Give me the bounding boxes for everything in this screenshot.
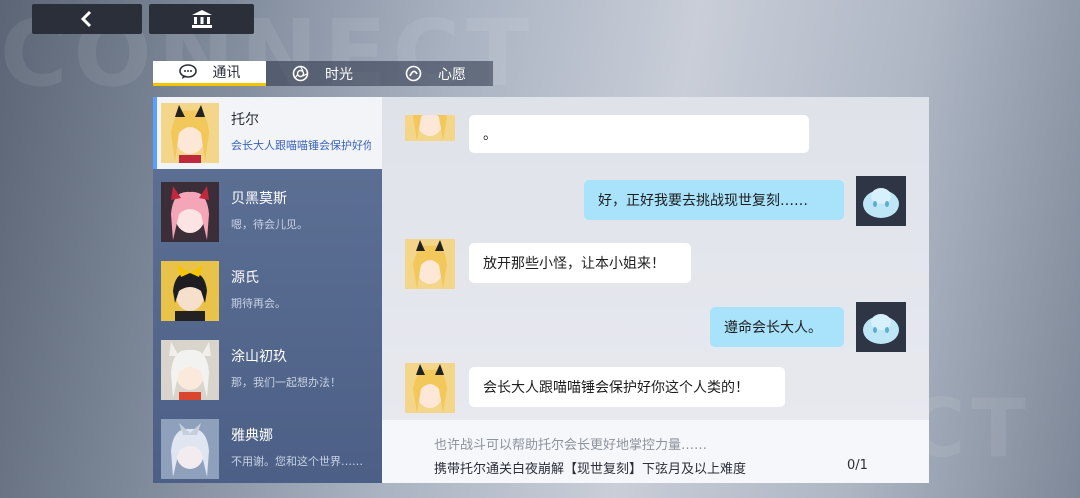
chat-panel[interactable]: 。 好，正好我要去挑战现世复刻…… 放开那些小怪，让本小姐来！ 遵命会长大人。: [382, 97, 929, 420]
back-button[interactable]: [32, 4, 142, 34]
player-avatar: [856, 176, 906, 226]
message-bubble: 好，正好我要去挑战现世复刻……: [584, 180, 844, 220]
message-text: 放开那些小怪，让本小姐来！: [483, 256, 665, 272]
avatar: [161, 340, 219, 400]
contact-preview: 不用谢。您和这个世界……: [231, 455, 363, 468]
contact-name: 贝黑莫斯: [231, 191, 287, 207]
contact-preview: 期待再会。: [231, 297, 286, 310]
tab-label: 通讯: [212, 65, 241, 81]
contact-name: 涂山初玖: [231, 349, 287, 365]
avatar: [161, 419, 219, 479]
chat-bubble-icon: [178, 64, 197, 79]
task-footer: 也许战斗可以帮助托尔会长更好地掌控力量…… 携带托尔通关白夜崩解【现世复刻】下弦…: [382, 420, 929, 483]
contact-item[interactable]: 雅典娜 不用谢。您和这个世界……: [153, 413, 382, 483]
player-avatar: [856, 302, 906, 352]
message-text: 遵命会长大人。: [724, 320, 822, 336]
contact-item[interactable]: 涂山初玖 那，我们一起想办法！: [153, 334, 382, 406]
message-bubble: 遵命会长大人。: [710, 307, 844, 347]
tab-messages[interactable]: 通讯: [153, 61, 266, 86]
avatar: [161, 261, 219, 321]
message-bubble: 。: [469, 115, 809, 153]
avatar: [405, 239, 455, 289]
task-progress: 0/1: [847, 458, 868, 473]
contact-list: 托尔 会长大人跟喵喵锤会保护好你这个人类的！ 贝黑莫斯 嗯，待会儿见。: [153, 97, 382, 483]
avatar: [161, 182, 219, 242]
contact-name: 雅典娜: [231, 428, 273, 444]
contact-item[interactable]: 贝黑莫斯 嗯，待会儿见。: [153, 176, 382, 248]
aperture-icon: [292, 65, 309, 82]
museum-icon: [191, 10, 212, 28]
contact-preview: 那，我们一起想办法！: [231, 376, 341, 389]
message-text: 好，正好我要去挑战现世复刻……: [598, 193, 808, 209]
contact-name: 托尔: [231, 112, 259, 128]
avatar: [405, 363, 455, 413]
task-text: 携带托尔通关白夜崩解【现世复刻】下弦月及以上难度: [434, 462, 747, 477]
tab-label: 心愿: [438, 66, 466, 83]
message-text: 会长大人跟喵喵锤会保护好你这个人类的！: [483, 380, 749, 396]
message-bubble: 放开那些小怪，让本小姐来！: [469, 243, 691, 283]
wish-icon: [405, 65, 422, 82]
home-button[interactable]: [149, 4, 254, 34]
hint-text: 也许战斗可以帮助托尔会长更好地掌控力量……: [434, 438, 708, 453]
avatar: [405, 115, 455, 141]
tab-bar: 通讯 时光 心愿: [153, 61, 493, 86]
tab-time[interactable]: 时光: [266, 61, 379, 86]
message-bubble: 会长大人跟喵喵锤会保护好你这个人类的！: [469, 367, 785, 407]
contact-item[interactable]: 托尔 会长大人跟喵喵锤会保护好你这个人类的！: [153, 97, 382, 169]
tab-wish[interactable]: 心愿: [379, 61, 492, 86]
tab-label: 时光: [325, 66, 353, 83]
contact-name: 源氏: [231, 270, 259, 286]
message-text: 。: [483, 127, 497, 143]
contact-item[interactable]: 源氏 期待再会。: [153, 255, 382, 327]
contact-preview: 嗯，待会儿见。: [231, 218, 308, 231]
chevron-left-icon: [80, 10, 92, 28]
contact-preview: 会长大人跟喵喵锤会保护好你这个人类的！: [231, 139, 371, 152]
avatar: [161, 103, 219, 163]
